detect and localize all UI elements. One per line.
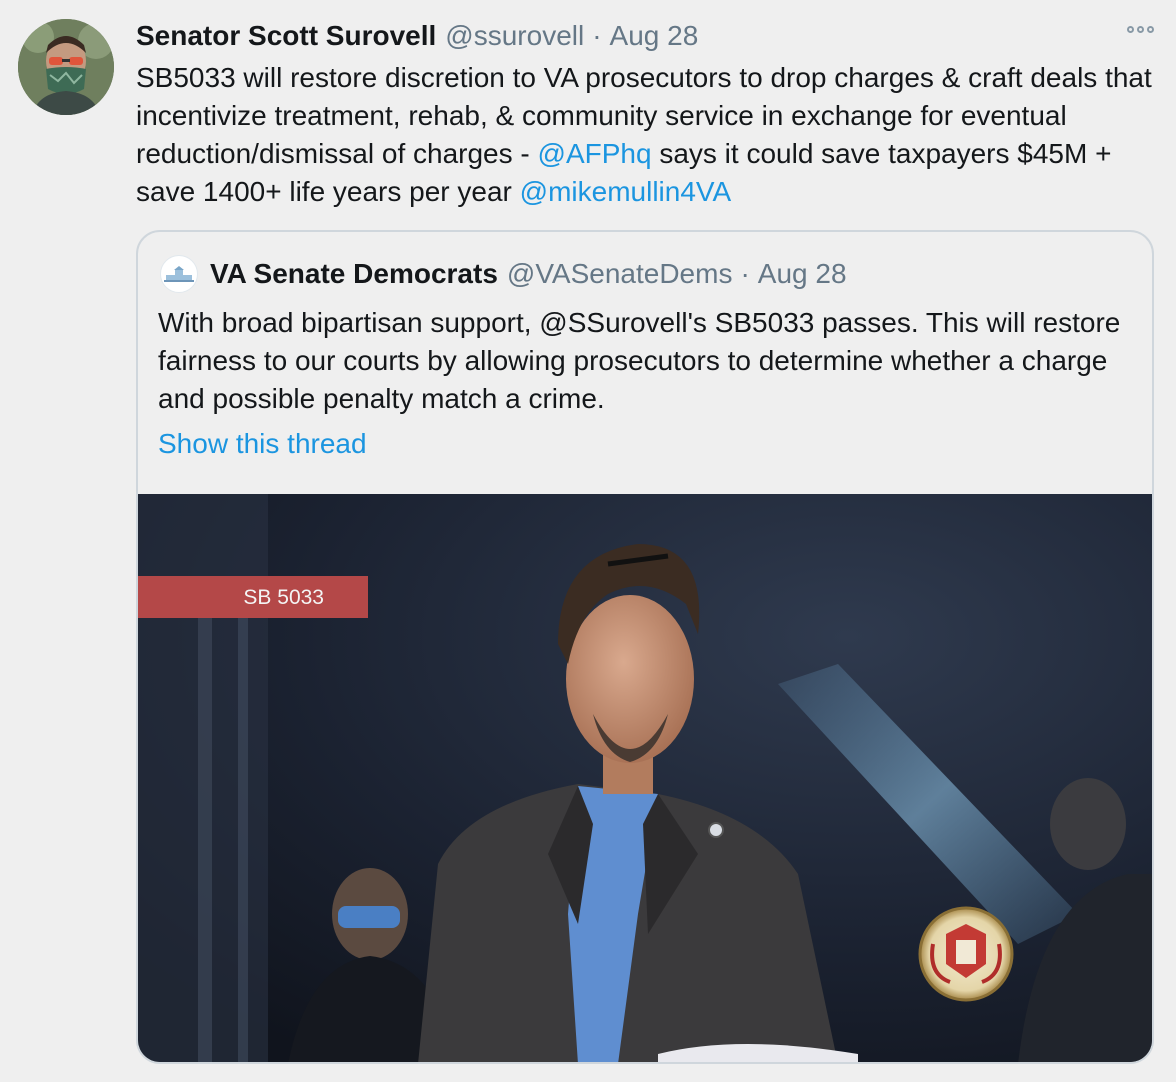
quoted-author-handle[interactable]: @VASenateDems [507,258,733,290]
quoted-tweet-text: With broad bipartisan support, @SSurovel… [158,307,1121,414]
tweet-header: Senator Scott Surovell @ssurovell · Aug … [136,14,698,58]
mention-link[interactable]: @AFPhq [538,138,652,169]
author-name[interactable]: Senator Scott Surovell [136,20,436,52]
more-options-icon[interactable] [1127,26,1154,33]
separator: · [592,20,602,51]
quoted-tweet[interactable]: VA Senate Democrats @VASenateDems · Aug … [136,230,1154,1064]
quoted-avatar[interactable] [160,255,198,293]
avatar[interactable] [18,19,114,115]
quoted-tweet-header: VA Senate Democrats @VASenateDems · Aug … [160,252,847,296]
author-handle[interactable]: @ssurovell [445,20,584,52]
tweet-date[interactable]: Aug 28 [610,20,699,52]
quoted-media-image[interactable]: SB 5033 [138,494,1152,1062]
more-dot [1147,26,1154,33]
quoted-author-name[interactable]: VA Senate Democrats [210,258,498,290]
tweet[interactable]: Senator Scott Surovell @ssurovell · Aug … [0,0,1176,1082]
mention-link[interactable]: @mikemullin4VA [520,176,732,207]
tweet-text: SB5033 will restore discretion to VA pro… [136,59,1156,211]
show-thread-link[interactable]: Show this thread [158,428,367,460]
quoted-tweet-date[interactable]: Aug 28 [758,258,847,290]
bill-label: SB 5033 [243,586,324,609]
more-dot [1127,26,1134,33]
separator: · [740,258,750,289]
more-dot [1137,26,1144,33]
capitol-logo-icon [164,266,194,282]
